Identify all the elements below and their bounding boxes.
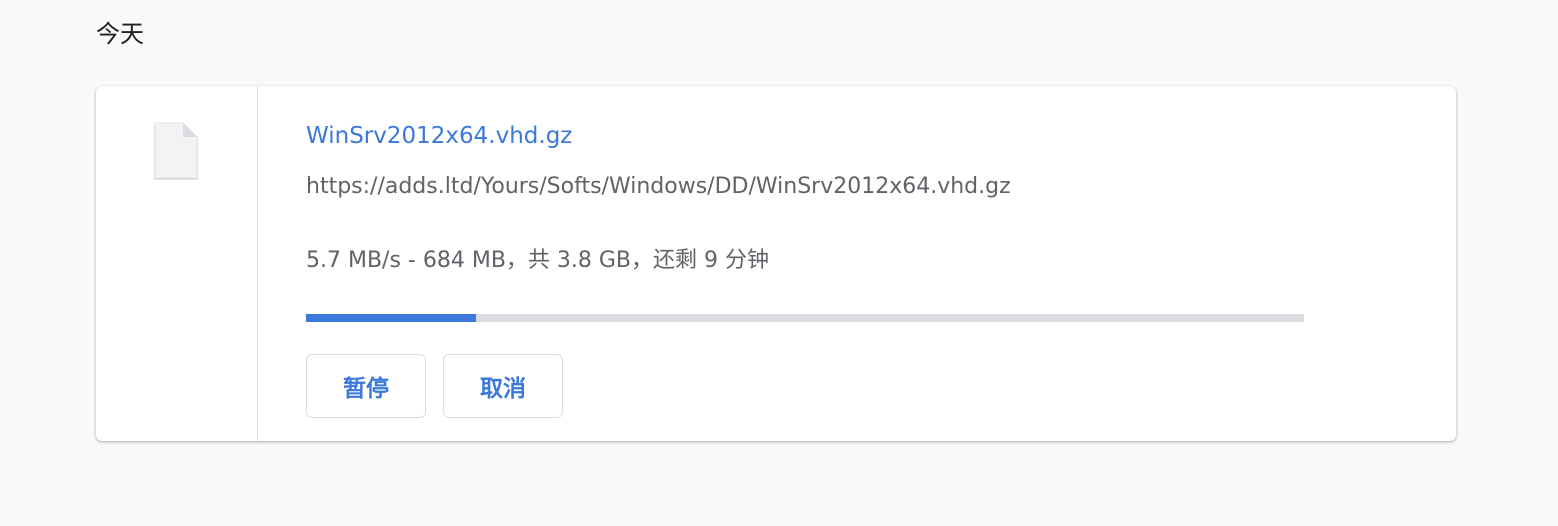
file-icon-column [96, 86, 258, 441]
pause-button[interactable]: 暂停 [306, 354, 426, 418]
download-status: 5.7 MB/s - 684 MB，共 3.8 GB，还剩 9 分钟 [306, 248, 770, 273]
source-url: https://adds.ltd/Yours/Softs/Windows/DD/… [306, 174, 1011, 199]
cancel-button[interactable]: 取消 [443, 354, 563, 418]
file-icon [154, 122, 198, 179]
file-name-link[interactable]: WinSrv2012x64.vhd.gz [306, 120, 572, 152]
download-card: WinSrv2012x64.vhd.gz https://adds.ltd/Yo… [96, 86, 1456, 441]
download-actions: 暂停 取消 [306, 354, 563, 418]
date-section-header: 今天 [96, 20, 144, 48]
download-details: WinSrv2012x64.vhd.gz https://adds.ltd/Yo… [306, 86, 1456, 441]
progress-bar-fill [306, 314, 476, 322]
progress-bar [306, 314, 1304, 322]
